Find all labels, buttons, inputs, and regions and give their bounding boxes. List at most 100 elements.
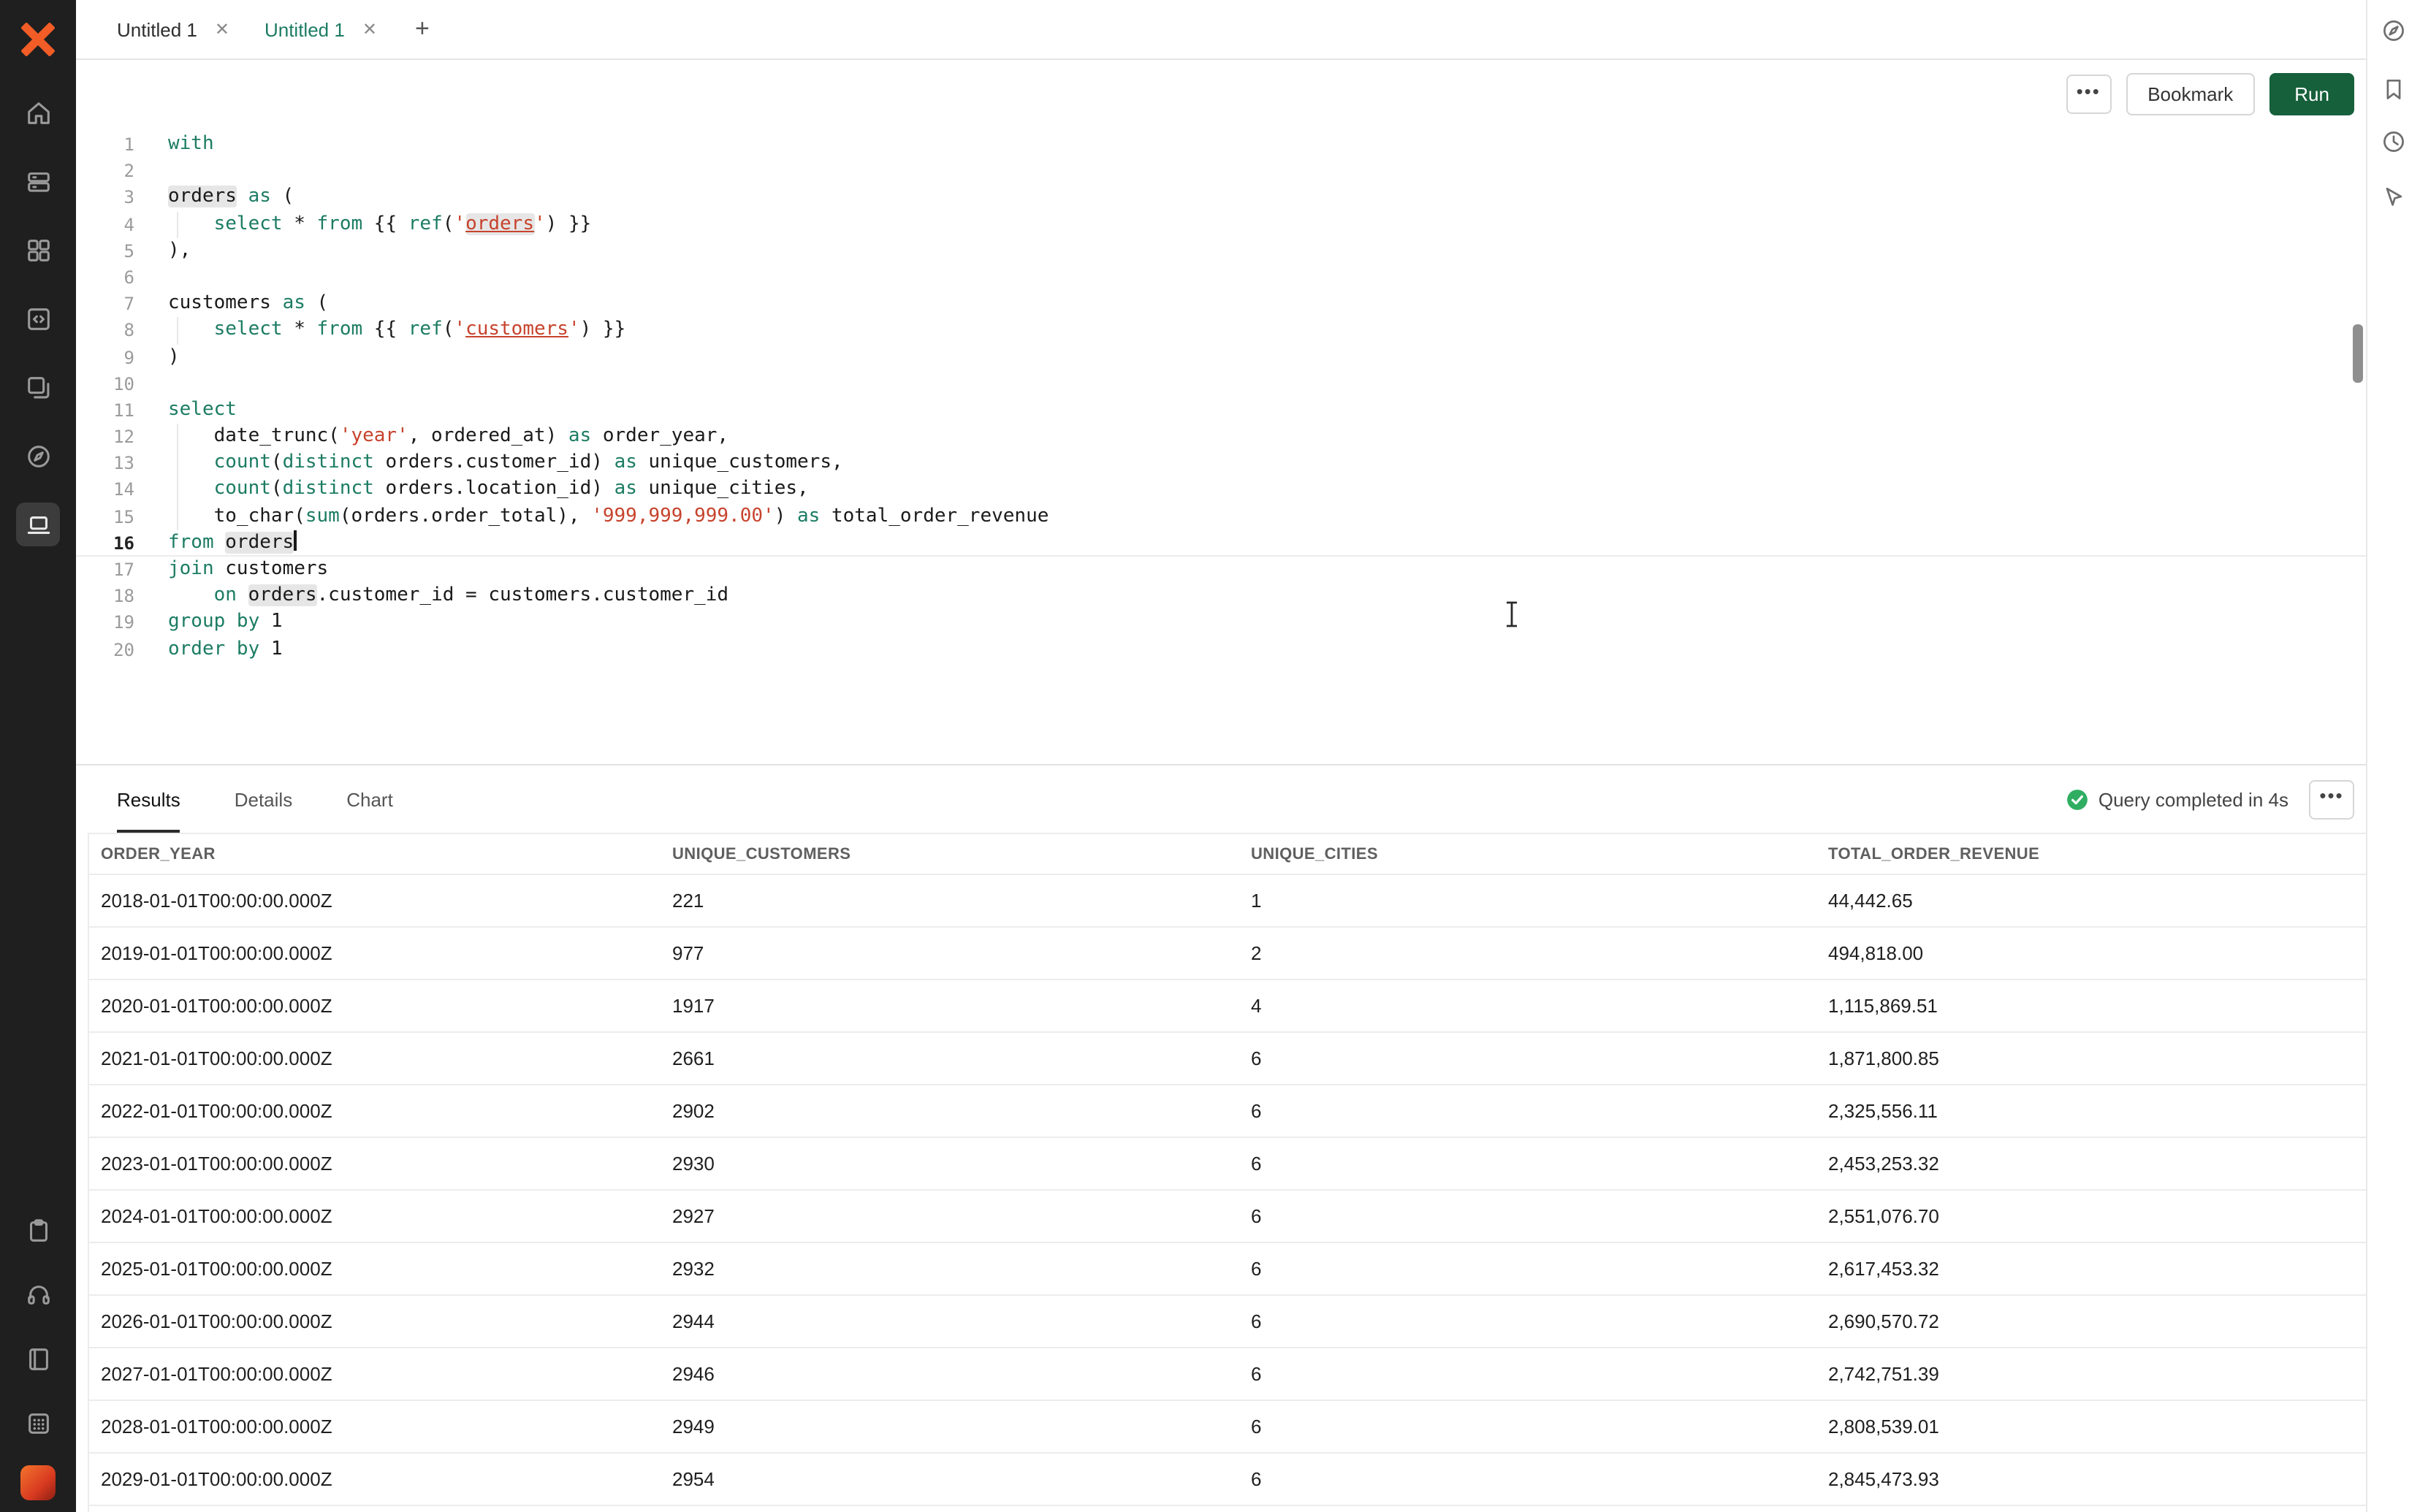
home-icon[interactable] xyxy=(16,91,60,134)
line-number: 5 xyxy=(76,238,134,264)
code-line[interactable]: 5), xyxy=(76,238,2366,264)
more-options-button[interactable]: ••• xyxy=(2066,75,2111,114)
explore-icon[interactable] xyxy=(16,434,60,478)
code-line[interactable]: 6 xyxy=(76,264,2366,291)
table-row[interactable]: 2018-01-01T00:00:00.000Z221144,442.65 xyxy=(89,874,2366,927)
tab-label: Untitled 1 xyxy=(265,18,345,40)
table-cell: 2,845,473.93 xyxy=(1816,1453,2366,1505)
apps-grid-icon[interactable] xyxy=(16,228,60,272)
tab-details[interactable]: Details xyxy=(235,765,293,833)
code-line[interactable]: 3orders as ( xyxy=(76,185,2366,211)
line-content: order by 1 xyxy=(134,636,283,663)
code-line[interactable]: 15 to_char(sum(orders.order_total), '999… xyxy=(76,503,2366,530)
table-row[interactable]: 2030-01-01T00:00:00.000Z287961,841,049.3… xyxy=(89,1505,2366,1512)
column-header[interactable]: TOTAL_ORDER_REVENUE xyxy=(1816,834,2366,874)
history-clock-icon[interactable] xyxy=(2375,123,2413,161)
windows-icon[interactable] xyxy=(16,365,60,409)
compass-icon[interactable] xyxy=(2375,12,2413,50)
pointer-icon[interactable] xyxy=(2375,178,2413,216)
code-line[interactable]: 9) xyxy=(76,344,2366,370)
left-sidebar xyxy=(0,0,76,1512)
table-cell: 1,841,049.32 xyxy=(1816,1505,2366,1512)
tab-chart[interactable]: Chart xyxy=(346,765,393,833)
line-number: 7 xyxy=(76,291,134,317)
code-line[interactable]: 19group by 1 xyxy=(76,610,2366,636)
tab-untitled-1[interactable]: Untitled 1 ✕ xyxy=(96,0,244,58)
code-line[interactable]: 8 select * from {{ ref('customers') }} xyxy=(76,318,2366,344)
table-row[interactable]: 2019-01-01T00:00:00.000Z9772494,818.00 xyxy=(89,927,2366,980)
code-cell-icon[interactable] xyxy=(16,297,60,340)
run-button[interactable]: Run xyxy=(2269,73,2354,115)
code-line[interactable]: 10 xyxy=(76,370,2366,397)
code-line[interactable]: 20order by 1 xyxy=(76,636,2366,663)
table-cell: 2020-01-01T00:00:00.000Z xyxy=(89,980,661,1032)
code-line[interactable]: 18 on orders.customer_id = customers.cus… xyxy=(76,583,2366,609)
code-line[interactable]: 14 count(distinct orders.location_id) as… xyxy=(76,477,2366,503)
bookmark-icon[interactable] xyxy=(2375,70,2413,108)
code-line[interactable]: 4 select * from {{ ref('orders') }} xyxy=(76,211,2366,237)
code-line[interactable]: 11select xyxy=(76,397,2366,424)
line-number: 17 xyxy=(76,557,134,583)
table-row[interactable]: 2029-01-01T00:00:00.000Z295462,845,473.9… xyxy=(89,1453,2366,1505)
table-cell: 2,742,751.39 xyxy=(1816,1348,2366,1400)
code-line[interactable]: 12 date_trunc('year', ordered_at) as ord… xyxy=(76,424,2366,450)
column-header[interactable]: ORDER_YEAR xyxy=(89,834,661,874)
clipboard-icon[interactable] xyxy=(16,1208,60,1252)
editor-scrollbar[interactable] xyxy=(2353,324,2363,383)
table-cell: 6 xyxy=(1239,1295,1816,1348)
code-line[interactable]: 2 xyxy=(76,158,2366,184)
line-content: on orders.customer_id = customers.custom… xyxy=(134,583,728,609)
line-number: 13 xyxy=(76,451,134,477)
tab-untitled-2[interactable]: Untitled 1 ✕ xyxy=(244,0,392,58)
close-icon[interactable]: ✕ xyxy=(362,20,377,38)
keypad-icon[interactable] xyxy=(16,1401,60,1445)
journal-icon[interactable] xyxy=(16,1337,60,1381)
results-panel: Results Details Chart Query completed in… xyxy=(76,764,2366,1512)
table-cell: 4 xyxy=(1239,980,1816,1032)
table-cell: 2,617,453.32 xyxy=(1816,1242,2366,1295)
table-row[interactable]: 2028-01-01T00:00:00.000Z294962,808,539.0… xyxy=(89,1400,2366,1453)
table-cell: 6 xyxy=(1239,1032,1816,1085)
code-line[interactable]: 13 count(distinct orders.customer_id) as… xyxy=(76,451,2366,477)
new-tab-button[interactable]: + xyxy=(403,10,441,48)
sql-editor[interactable]: 1with23orders as (4 select * from {{ ref… xyxy=(76,129,2366,764)
table-cell: 2026-01-01T00:00:00.000Z xyxy=(89,1295,661,1348)
close-icon[interactable]: ✕ xyxy=(215,20,229,38)
table-row[interactable]: 2020-01-01T00:00:00.000Z191741,115,869.5… xyxy=(89,980,2366,1032)
table-cell: 2030-01-01T00:00:00.000Z xyxy=(89,1505,661,1512)
query-status-text: Query completed in 4s xyxy=(2099,788,2288,810)
table-row[interactable]: 2023-01-01T00:00:00.000Z293062,453,253.3… xyxy=(89,1137,2366,1190)
table-cell: 6 xyxy=(1239,1137,1816,1190)
code-line[interactable]: 17join customers xyxy=(76,557,2366,583)
results-table-wrap[interactable]: ORDER_YEARUNIQUE_CUSTOMERSUNIQUE_CITIEST… xyxy=(88,833,2366,1512)
user-avatar[interactable] xyxy=(20,1465,56,1500)
code-line[interactable]: 1with xyxy=(76,131,2366,158)
column-header[interactable]: UNIQUE_CUSTOMERS xyxy=(661,834,1239,874)
tab-label: Untitled 1 xyxy=(117,18,197,40)
tab-results[interactable]: Results xyxy=(117,765,180,833)
code-line[interactable]: 16from orders xyxy=(76,530,2366,557)
line-content xyxy=(134,264,168,291)
app-logo[interactable] xyxy=(19,20,57,58)
table-row[interactable]: 2024-01-01T00:00:00.000Z292762,551,076.7… xyxy=(89,1190,2366,1242)
results-more-button[interactable]: ••• xyxy=(2309,779,2354,819)
table-cell: 2879 xyxy=(661,1505,1239,1512)
column-header[interactable]: UNIQUE_CITIES xyxy=(1239,834,1816,874)
line-number: 8 xyxy=(76,318,134,344)
table-cell: 1,115,869.51 xyxy=(1816,980,2366,1032)
workspace-laptop-icon[interactable] xyxy=(16,503,60,546)
table-cell: 2949 xyxy=(661,1400,1239,1453)
support-headset-icon[interactable] xyxy=(16,1272,60,1316)
table-cell: 2,690,570.72 xyxy=(1816,1295,2366,1348)
line-number: 1 xyxy=(76,131,134,158)
table-row[interactable]: 2022-01-01T00:00:00.000Z290262,325,556.1… xyxy=(89,1085,2366,1137)
table-row[interactable]: 2027-01-01T00:00:00.000Z294662,742,751.3… xyxy=(89,1348,2366,1400)
table-cell: 2902 xyxy=(661,1085,1239,1137)
bookmark-button[interactable]: Bookmark xyxy=(2126,73,2255,115)
table-row[interactable]: 2021-01-01T00:00:00.000Z266161,871,800.8… xyxy=(89,1032,2366,1085)
table-row[interactable]: 2026-01-01T00:00:00.000Z294462,690,570.7… xyxy=(89,1295,2366,1348)
code-line[interactable]: 7customers as ( xyxy=(76,291,2366,317)
data-drawer-icon[interactable] xyxy=(16,159,60,203)
table-row[interactable]: 2025-01-01T00:00:00.000Z293262,617,453.3… xyxy=(89,1242,2366,1295)
line-content: date_trunc('year', ordered_at) as order_… xyxy=(134,424,728,450)
